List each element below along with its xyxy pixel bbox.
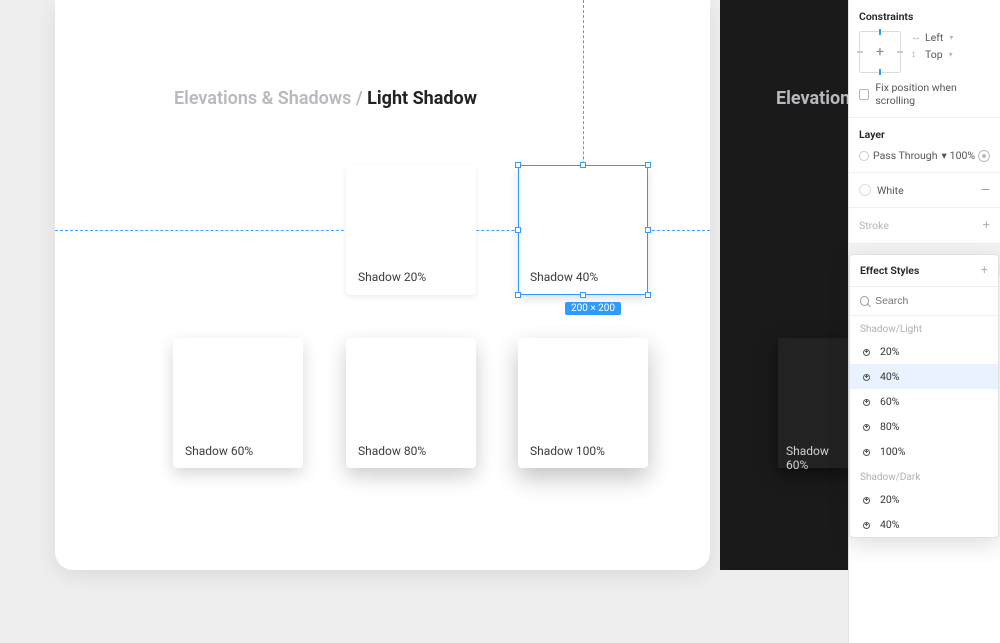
checkbox-unchecked-icon[interactable] <box>859 89 869 100</box>
chevron-down-icon: ▾ <box>941 149 946 162</box>
blend-mode-value: Pass Through <box>873 149 937 162</box>
dark-frame[interactable] <box>720 0 848 570</box>
style-item-label: 40% <box>880 518 900 531</box>
opacity-value[interactable]: 100% <box>950 149 975 162</box>
style-group-light: Shadow/Light <box>850 316 998 339</box>
canvas-area[interactable]: Elevations & Shadows / Light Shadow Elev… <box>0 0 848 643</box>
selection-handle-rc[interactable] <box>645 227 651 233</box>
style-item-light-60[interactable]: 60% <box>850 389 998 414</box>
visibility-eye-icon[interactable] <box>978 150 990 162</box>
blend-dot-icon <box>859 151 869 161</box>
style-item-label: 60% <box>880 395 900 408</box>
fill-swatch[interactable] <box>859 184 871 196</box>
constraint-horizontal-value: Left <box>925 31 943 44</box>
style-item-label: 40% <box>880 370 900 383</box>
breadcrumb: Elevations & Shadows / Light Shadow <box>174 88 477 109</box>
style-item-light-20[interactable]: 20% <box>850 339 998 364</box>
effect-styles-search-row <box>850 287 998 316</box>
dark-card-label: Shadow 60% <box>786 444 848 472</box>
search-icon <box>860 296 869 306</box>
breadcrumb-prefix: Elevations & Shadows <box>174 88 351 109</box>
selection-dimensions-badge: 200 × 200 <box>565 302 621 315</box>
effect-styles-title: Effect Styles <box>860 264 919 277</box>
stroke-section: Stroke + <box>849 208 1000 244</box>
card-label-60: Shadow 60% <box>185 444 253 458</box>
plus-icon: + <box>876 44 884 60</box>
card-label-20: Shadow 20% <box>358 270 426 284</box>
effect-style-icon <box>860 494 872 506</box>
style-item-label: 20% <box>880 345 900 358</box>
selection-handle-bc[interactable] <box>580 292 586 298</box>
dark-breadcrumb-prefix: Elevations <box>776 88 859 109</box>
fix-position-checkbox-row[interactable]: Fix position when scrolling <box>859 81 990 107</box>
style-group-dark: Shadow/Dark <box>850 464 998 487</box>
layer-title: Layer <box>859 128 990 141</box>
inspector-panel: Constraints + ↔ Left ▾ ↕ Top ▾ <box>848 0 1000 643</box>
effect-styles-dropdown: Effect Styles + Shadow/Light 20% 40% 60%… <box>849 254 999 538</box>
card-label-40: Shadow 40% <box>530 270 598 284</box>
effect-style-icon <box>860 371 872 383</box>
selection-handle-tr[interactable] <box>645 162 651 168</box>
constraint-tick-left <box>857 51 863 53</box>
add-effect-style-button[interactable]: + <box>981 263 988 278</box>
effect-style-icon <box>860 346 872 358</box>
arrow-horizontal-icon: ↔ <box>911 32 921 43</box>
constraint-box[interactable]: + <box>859 31 901 73</box>
breadcrumb-current: Light Shadow <box>367 88 477 109</box>
style-item-label: 20% <box>880 493 900 506</box>
constraints-title: Constraints <box>859 10 990 23</box>
fill-label: White <box>877 184 981 197</box>
selection-handle-br[interactable] <box>645 292 651 298</box>
card-label-100: Shadow 100% <box>530 444 605 458</box>
arrow-vertical-icon: ↕ <box>911 49 921 60</box>
card-label-80: Shadow 80% <box>358 444 426 458</box>
style-item-light-100[interactable]: 100% <box>850 439 998 464</box>
effect-style-icon <box>860 519 872 531</box>
constraints-section: Constraints + ↔ Left ▾ ↕ Top ▾ <box>849 0 1000 118</box>
style-item-dark-40[interactable]: 40% <box>850 512 998 537</box>
stroke-label: Stroke <box>859 219 889 232</box>
style-item-light-80[interactable]: 80% <box>850 414 998 439</box>
selection-handle-tl[interactable] <box>515 162 521 168</box>
blend-mode-select[interactable]: Pass Through ▾ <box>859 149 947 162</box>
fill-section: White — <box>849 173 1000 208</box>
constraint-tick-right <box>897 51 903 53</box>
fix-position-label: Fix position when scrolling <box>875 81 990 107</box>
constraint-tick-top <box>879 29 881 35</box>
layer-section: Layer Pass Through ▾ 100% <box>849 118 1000 173</box>
breadcrumb-sep: / <box>351 88 367 109</box>
selection-handle-tc[interactable] <box>580 162 586 168</box>
constraint-vertical-value: Top <box>925 48 943 61</box>
style-item-label: 80% <box>880 420 900 433</box>
effect-style-icon <box>860 446 872 458</box>
effect-styles-search-input[interactable] <box>875 295 988 307</box>
constraint-horizontal-select[interactable]: ↔ Left ▾ <box>911 31 953 44</box>
effect-style-icon <box>860 421 872 433</box>
style-item-light-40[interactable]: 40% <box>850 364 998 389</box>
effect-style-icon <box>860 396 872 408</box>
effect-styles-header: Effect Styles + <box>850 255 998 287</box>
style-item-dark-20[interactable]: 20% <box>850 487 998 512</box>
chevron-down-icon: ▾ <box>949 50 953 59</box>
selection-handle-lc[interactable] <box>515 227 521 233</box>
add-stroke-button[interactable]: + <box>983 218 990 233</box>
remove-fill-button[interactable]: — <box>981 183 990 197</box>
constraint-tick-bottom <box>879 69 881 75</box>
chevron-down-icon: ▾ <box>949 33 953 42</box>
constraint-vertical-select[interactable]: ↕ Top ▾ <box>911 48 953 61</box>
selection-handle-bl[interactable] <box>515 292 521 298</box>
style-item-label: 100% <box>880 445 905 458</box>
